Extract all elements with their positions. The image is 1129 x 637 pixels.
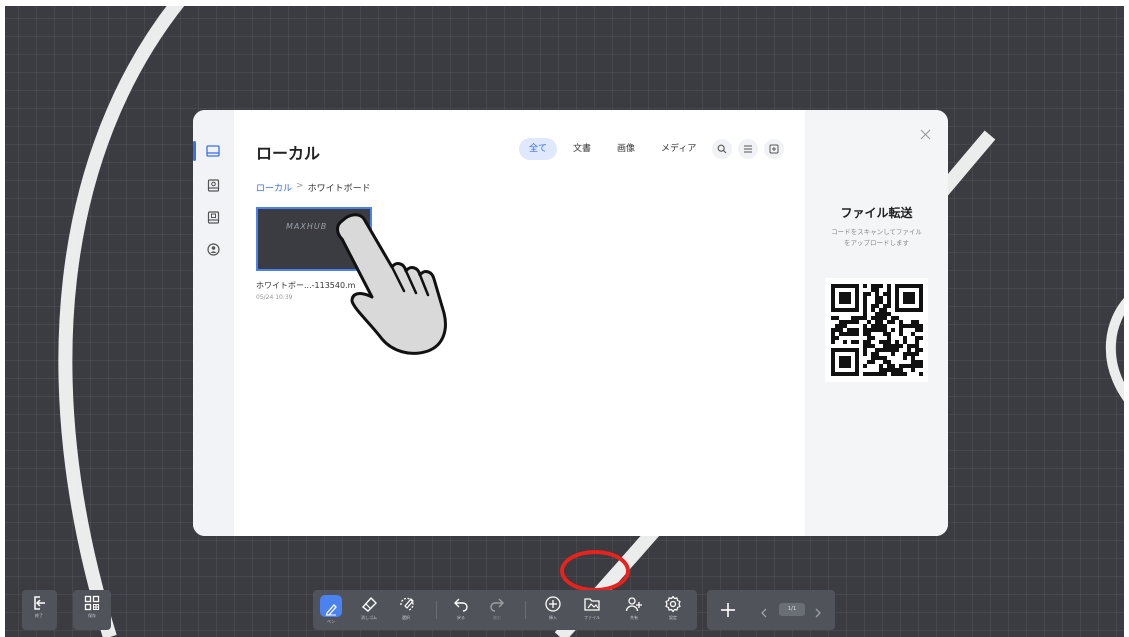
file-dialog: ローカル 全て 文書 画像 メディア ローカル > ホワイトボード MAXHUB… <box>193 110 948 536</box>
redo-label: 進む <box>493 615 501 620</box>
toolbar-divider <box>525 601 526 619</box>
local-storage-icon[interactable] <box>193 139 225 163</box>
account-icon[interactable] <box>201 237 225 261</box>
transfer-description-line2: をアップロードします <box>844 239 909 247</box>
screen-border-right <box>1124 0 1129 637</box>
page-title: ローカル <box>256 144 321 163</box>
redo-icon <box>490 598 504 612</box>
pen-tool[interactable]: ペン <box>315 590 347 630</box>
insert-icon <box>545 596 561 612</box>
main-toolbar: ペン 消しゴム 選択 戻る 進む 挿入 ファイル 共有 設定 <box>313 590 697 630</box>
page-indicator[interactable]: 1/1 <box>779 603 805 616</box>
add-page-icon[interactable] <box>719 601 737 623</box>
qr-code <box>825 278 928 382</box>
pen-icon <box>320 595 342 617</box>
transfer-description: コードをスキャンしてファイル をアップロードします <box>815 227 938 249</box>
page-navigation: 1/1 <box>707 590 835 630</box>
eraser-tool[interactable]: 消しゴム <box>353 590 385 630</box>
filter-documents[interactable]: 文書 <box>563 138 601 160</box>
screen-border-left <box>0 0 5 637</box>
cloud-drive-icon[interactable] <box>201 173 225 197</box>
toolbar-divider <box>436 601 437 619</box>
screen-border-top <box>0 0 1129 6</box>
pointing-hand-icon <box>336 213 447 355</box>
file-browser: ローカル 全て 文書 画像 メディア ローカル > ホワイトボード MAXHUB… <box>234 110 805 536</box>
eraser-label: 消しゴム <box>361 615 377 620</box>
settings-label: 設定 <box>669 615 677 620</box>
usb-drive-icon[interactable] <box>201 205 225 229</box>
exit-icon <box>34 596 45 610</box>
eraser-icon <box>361 596 377 612</box>
save-tool: 保存 <box>76 590 108 630</box>
undo-tool[interactable]: 戻る <box>445 590 477 630</box>
transfer-title: ファイル転送 <box>840 206 913 220</box>
share-icon <box>625 597 642 612</box>
insert-label: 挿入 <box>549 615 557 620</box>
save-label: 保存 <box>88 613 96 618</box>
search-icon[interactable] <box>712 139 733 159</box>
share-tool[interactable]: 共有 <box>618 590 650 630</box>
pen-label: ペン <box>327 619 335 624</box>
highlight-circle <box>560 550 630 592</box>
settings-icon <box>665 595 681 613</box>
grid-icon <box>84 595 100 611</box>
undo-label: 戻る <box>457 615 465 620</box>
insert-tool[interactable]: 挿入 <box>537 590 569 630</box>
select-tool[interactable]: 選択 <box>390 590 422 630</box>
settings-tool[interactable]: 設定 <box>657 590 689 630</box>
exit-button[interactable]: 終了 <box>22 590 57 630</box>
breadcrumb-separator: > <box>296 181 304 191</box>
breadcrumb-current: ホワイトボード <box>307 184 371 194</box>
thumbnail-logo: MAXHUB <box>286 222 328 231</box>
file-date: 05/24 10:39 <box>256 294 293 301</box>
filter-bar: 全て 文書 画像 メディア <box>519 138 785 160</box>
filter-all[interactable]: 全て <box>519 138 558 160</box>
import-icon[interactable] <box>764 139 785 159</box>
filter-media[interactable]: メディア <box>651 138 706 160</box>
filter-images[interactable]: 画像 <box>607 138 645 160</box>
file-transfer-panel: ファイル転送 コードをスキャンしてファイル をアップロードします <box>805 110 948 536</box>
select-label: 選択 <box>402 615 410 620</box>
list-view-icon[interactable] <box>738 139 759 159</box>
share-label: 共有 <box>630 615 638 620</box>
save-button[interactable]: 保存 <box>73 590 111 630</box>
lasso-select-icon <box>400 597 414 611</box>
file-label: ファイル <box>584 615 600 620</box>
next-page-icon[interactable] <box>813 604 823 623</box>
redo-tool[interactable]: 進む <box>481 590 513 630</box>
exit-label: 終了 <box>35 613 43 618</box>
breadcrumb-root[interactable]: ローカル <box>256 181 292 194</box>
undo-icon <box>454 598 468 612</box>
file-tool[interactable]: ファイル <box>576 590 608 630</box>
close-icon[interactable] <box>915 124 935 144</box>
side-rail <box>193 110 234 536</box>
prev-page-icon[interactable] <box>759 604 769 623</box>
file-icon <box>584 598 600 611</box>
transfer-description-line1: コードをスキャンしてファイル <box>831 228 922 236</box>
breadcrumb: ローカル > ホワイトボード <box>256 181 371 194</box>
exit-tool: 終了 <box>23 590 55 630</box>
